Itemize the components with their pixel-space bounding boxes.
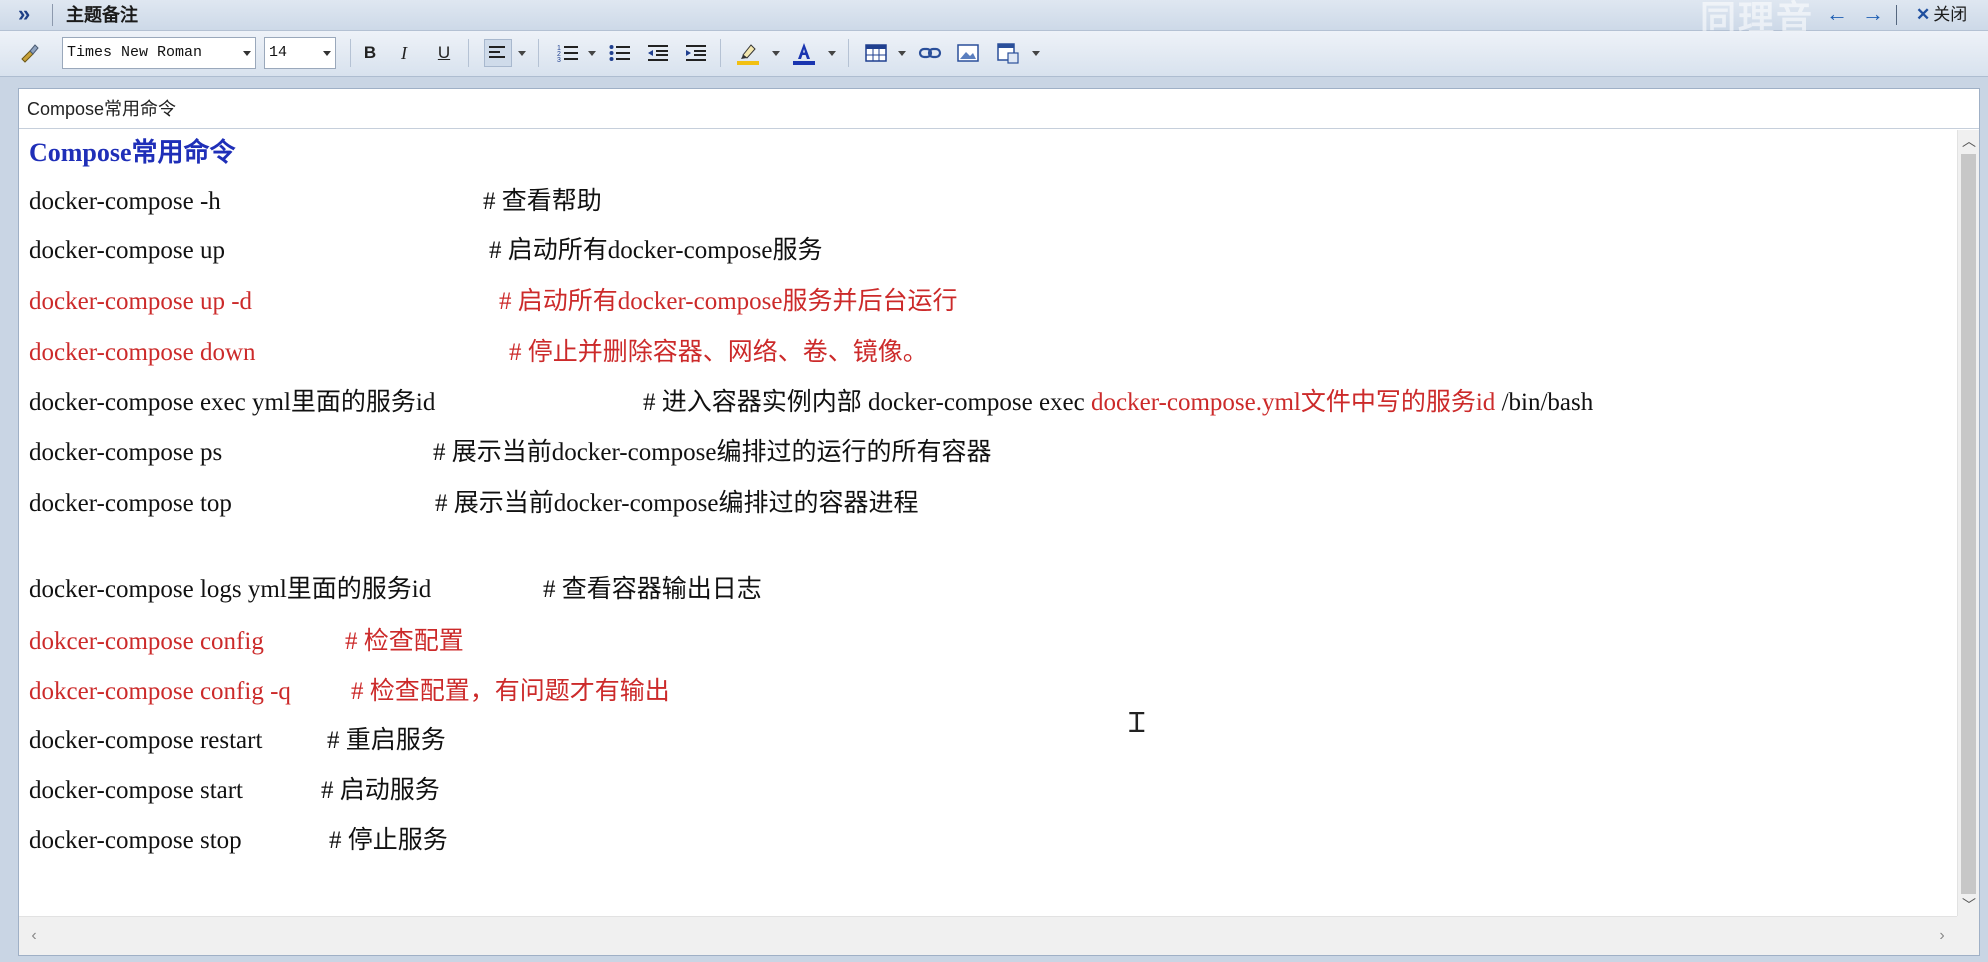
command-text: docker-compose top <box>29 490 232 517</box>
separator <box>468 39 469 67</box>
chevron-down-icon[interactable] <box>1032 51 1040 56</box>
command-comment: # 停止并删除容器、网络、卷、镜像。 <box>509 339 928 366</box>
chevron-down-icon[interactable] <box>518 51 526 56</box>
command-text: docker-compose -h <box>29 188 221 215</box>
italic-button[interactable]: I <box>390 39 418 67</box>
separator <box>538 39 539 67</box>
image-icon[interactable] <box>954 39 982 67</box>
command-text: docker-compose logs yml里面的服务id <box>29 576 432 603</box>
separator <box>350 39 351 67</box>
back-arrow-icon[interactable]: ← <box>1826 0 1848 30</box>
font-family-select[interactable]: Times New Roman <box>62 37 256 69</box>
separator <box>52 4 53 26</box>
command-comment: # 启动服务 <box>321 777 440 804</box>
font-size-select[interactable]: 14 <box>264 37 336 69</box>
command-comment: # 查看帮助 <box>483 188 602 215</box>
scroll-down-icon[interactable]: ﹀ <box>1958 894 1980 916</box>
command-comment: # 展示当前docker-compose编排过的容器进程 <box>435 490 919 517</box>
panel-title: 主题备注 <box>66 5 138 25</box>
command-comment: # 启动所有docker-compose服务 <box>489 237 823 264</box>
clear-format-icon[interactable] <box>16 39 44 67</box>
subject-field[interactable]: Compose常用命令 <box>19 89 1979 129</box>
align-left-icon[interactable] <box>484 39 512 67</box>
scroll-up-icon[interactable]: ︿ <box>1958 130 1980 152</box>
font-size-value: 14 <box>269 44 288 61</box>
content-heading: Compose常用命令 <box>29 138 236 167</box>
close-label: 关闭 <box>1933 5 1968 24</box>
format-toolbar: Times New Roman 14 B I U 123 <box>0 31 1988 77</box>
command-text: dokcer-compose config <box>29 628 264 655</box>
command-text: docker-compose start <box>29 777 244 804</box>
bullet-list-icon[interactable] <box>606 39 634 67</box>
command-comment: # 重启服务 <box>327 727 446 754</box>
indent-icon[interactable] <box>682 39 710 67</box>
insert-object-icon[interactable] <box>994 39 1022 67</box>
note-content-area[interactable]: Compose常用命令 docker-compose -h # 查看帮助 doc… <box>19 130 1957 915</box>
outdent-icon[interactable] <box>644 39 672 67</box>
scrollbar-thumb[interactable] <box>1961 154 1976 894</box>
separator <box>720 39 721 67</box>
font-family-value: Times New Roman <box>67 44 203 61</box>
chevron-down-icon <box>243 51 251 56</box>
command-text: docker-compose up <box>29 237 225 264</box>
font-color-icon[interactable] <box>790 39 818 67</box>
command-text: docker-compose stop <box>29 827 242 854</box>
command-comment: # 查看容器输出日志 <box>543 576 762 603</box>
underline-button[interactable]: U <box>430 39 458 67</box>
command-text: docker-compose restart <box>29 727 263 754</box>
highlight-color-icon[interactable] <box>734 39 762 67</box>
scrollbar-corner <box>1957 916 1979 955</box>
chevron-down-icon[interactable] <box>828 51 836 56</box>
link-icon[interactable] <box>916 39 944 67</box>
chevron-down-icon[interactable] <box>898 51 906 56</box>
svg-text:3: 3 <box>557 57 561 63</box>
command-comment: # 停止服务 <box>329 827 448 854</box>
close-button[interactable]: ✕ 关闭 <box>1916 0 1967 30</box>
numbered-list-icon[interactable]: 123 <box>554 39 582 67</box>
command-text: docker-compose exec yml里面的服务id <box>29 389 436 416</box>
horizontal-scrollbar[interactable]: ‹ › <box>19 916 1957 955</box>
command-comment: # 展示当前docker-compose编排过的运行的所有容器 <box>433 439 992 466</box>
chevron-down-icon[interactable] <box>588 51 596 56</box>
scroll-right-icon[interactable]: › <box>1931 925 1953 947</box>
close-icon: ✕ <box>1916 5 1931 24</box>
vertical-scrollbar[interactable]: ︿ ﹀ <box>1957 130 1979 916</box>
comment-tail: /bin/bash <box>1495 389 1594 416</box>
table-icon[interactable] <box>862 39 890 67</box>
command-text: dokcer-compose config -q <box>29 678 291 705</box>
chevron-down-icon <box>323 51 331 56</box>
command-comment: # 检查配置，有问题才有输出 <box>351 678 670 705</box>
comment-part: # 进入容器实例内部 docker-compose exec <box>643 389 1091 416</box>
note-editor: Compose常用命令 Compose常用命令 docker-compose -… <box>18 88 1980 956</box>
scroll-left-icon[interactable]: ‹ <box>23 925 45 947</box>
bold-button[interactable]: B <box>356 39 384 67</box>
command-text: docker-compose up -d <box>29 288 253 315</box>
command-comment: # 检查配置 <box>345 628 464 655</box>
separator <box>848 39 849 67</box>
command-comment: # 启动所有docker-compose服务并后台运行 <box>499 288 958 315</box>
text-cursor-icon: Ɪ <box>1129 708 1145 739</box>
chevron-down-icon[interactable] <box>772 51 780 56</box>
separator <box>1896 5 1897 25</box>
forward-arrow-icon[interactable]: → <box>1862 0 1884 30</box>
command-text: docker-compose down <box>29 339 256 366</box>
command-text: docker-compose ps <box>29 439 223 466</box>
title-bar: » 主题备注 同理音 ← → ✕ 关闭 <box>0 0 1988 39</box>
expand-panel-icon[interactable]: » <box>18 0 40 30</box>
comment-highlight: docker-compose.yml文件中写的服务id <box>1091 389 1496 416</box>
command-comment: # 进入容器实例内部 docker-compose exec docker-co… <box>643 386 1593 420</box>
